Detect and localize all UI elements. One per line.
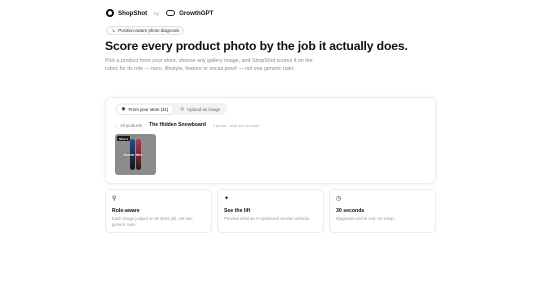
feature-title: See the lift (224, 208, 251, 214)
tab-upload-image-label: Upload an image (187, 106, 221, 112)
store-icon: ◉ (121, 106, 126, 111)
feature-title: Role-aware (112, 208, 140, 214)
product-meta: 1 photo · click one to score (212, 122, 260, 128)
feature-card-30-seconds: ◷ 30 seconds Diagnosis end to end, no se… (329, 189, 436, 233)
tab-upload-image[interactable]: ◎ Upload an image (175, 105, 225, 114)
score-this-button[interactable]: Score this → (115, 152, 156, 157)
page-subtitle: Pick a product from your store, choose a… (105, 58, 313, 73)
sparkle-icon: ↘ (111, 27, 116, 34)
brand-name: ShopShot (118, 9, 148, 17)
product-title: The Hidden Snowboard (149, 122, 206, 128)
product-thumbnail[interactable]: Shot 1 Score this → (115, 134, 156, 175)
breadcrumb: ← All products The Hidden Snowboard 1 ph… (115, 122, 259, 128)
feature-desc: Diagnosis end to end, no setup. (336, 216, 395, 221)
feature-pill-text: Position-aware photo diagnosis (118, 28, 180, 33)
feature-card-role-aware: ⚲ Role-aware Each image judged on its sl… (105, 189, 212, 233)
source-tabs: ◉ From your store (11) ◎ Upload an image (115, 103, 227, 115)
clock-icon: ◷ (336, 196, 342, 202)
search-icon: ⚲ (112, 196, 117, 202)
page-title: Score every product photo by the job it … (105, 39, 408, 53)
wand-icon: ✦ (224, 196, 230, 202)
tab-from-store[interactable]: ◉ From your store (11) (116, 104, 174, 114)
partner-name: GrowthGPT (179, 9, 214, 17)
product-picker-card: ◉ From your store (11) ◎ Upload an image… (105, 97, 436, 184)
brand-bar: ShopShot by GrowthGPT (106, 8, 213, 18)
upload-icon: ◎ (180, 106, 185, 111)
feature-desc: Each image judged on its slot's job, not… (112, 216, 193, 227)
growthgpt-logo-icon (166, 10, 176, 16)
shopshot-logo-icon (106, 9, 114, 17)
feature-title: 30 seconds (336, 208, 365, 214)
feature-card-see-the-lift: ✦ See the lift Preview what an AI-optimi… (217, 189, 324, 233)
brand-by-label: by (154, 10, 160, 16)
back-to-all-products-link[interactable]: ← All products (115, 123, 142, 128)
feature-row: ⚲ Role-aware Each image judged on its sl… (105, 189, 436, 233)
feature-desc: Preview what an AI-optimized version unl… (224, 216, 311, 221)
feature-pill: ↘ Position-aware photo diagnosis (106, 26, 185, 35)
tab-from-store-label: From your store (11) (128, 106, 169, 112)
shot-badge: Shot 1 (117, 136, 131, 141)
